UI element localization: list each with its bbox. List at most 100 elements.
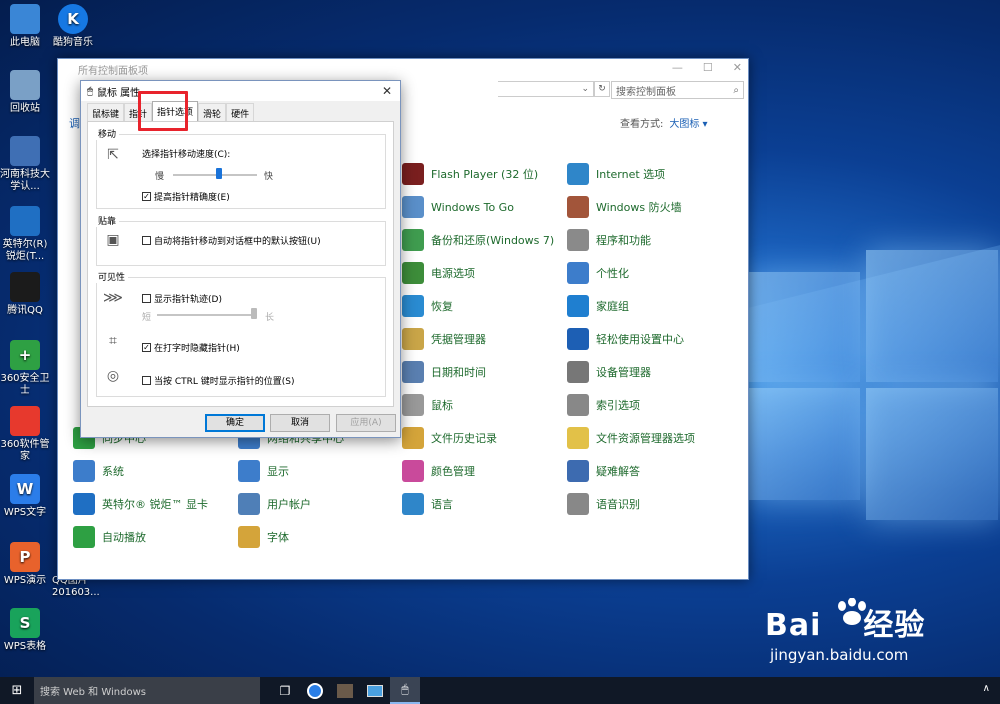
chevron-down-icon[interactable]: ⌄ bbox=[581, 84, 589, 94]
cp-item[interactable]: 恢复 bbox=[402, 295, 453, 317]
ok-button[interactable]: 确定 bbox=[205, 414, 265, 432]
desktop-icon-label: 回收站 bbox=[10, 103, 40, 114]
cp-item-label: Internet 选项 bbox=[596, 168, 666, 181]
snap-option[interactable]: 自动将指针移动到对话框中的默认按钮(U) bbox=[142, 234, 321, 247]
address-bar[interactable]: ⌄ bbox=[498, 81, 594, 97]
desktop-icon[interactable]: W WPS文字 bbox=[0, 474, 50, 519]
show-ctrl-checkbox[interactable] bbox=[142, 376, 151, 385]
start-button[interactable]: ⊞ bbox=[0, 677, 34, 704]
desktop-icon-label: 此电脑 bbox=[10, 37, 40, 48]
dialog-close-button[interactable]: ✕ bbox=[382, 84, 392, 98]
cp-window-controls: — ☐ ✕ bbox=[672, 61, 742, 74]
tab-wheel[interactable]: 滑轮 bbox=[198, 103, 227, 121]
cp-item-label: 备份和还原(Windows 7) bbox=[431, 234, 555, 247]
hide-typing-option[interactable]: ✓ 在打字时隐藏指针(H) bbox=[142, 341, 240, 354]
minimize-button[interactable]: — bbox=[672, 61, 683, 74]
cp-item[interactable]: 显示 bbox=[238, 460, 289, 482]
view-value-dropdown[interactable]: 大图标 ▾ bbox=[669, 119, 707, 130]
baidu-url: jingyan.baidu.com bbox=[770, 646, 909, 664]
cp-item[interactable]: 轻松使用设置中心 bbox=[567, 328, 684, 350]
taskbar-search[interactable]: 搜索 Web 和 Windows bbox=[34, 677, 260, 704]
cp-item[interactable]: 颜色管理 bbox=[402, 460, 475, 482]
cp-item[interactable]: 文件资源管理器选项 bbox=[567, 427, 695, 449]
cp-item[interactable]: 个性化 bbox=[567, 262, 629, 284]
cp-item[interactable]: Flash Player (32 位) bbox=[402, 163, 538, 185]
task-view-icon[interactable]: ❐ bbox=[270, 677, 300, 704]
desktop-icon[interactable]: 360软件管家 bbox=[0, 406, 50, 463]
apply-button[interactable]: 应用(A) bbox=[336, 414, 396, 432]
trail-slider-track[interactable] bbox=[157, 314, 257, 316]
mouse-settings-icon[interactable]: 🖱 bbox=[390, 677, 420, 704]
cancel-button[interactable]: 取消 bbox=[270, 414, 330, 432]
cp-titlebar[interactable]: 所有控制面板项 bbox=[58, 59, 748, 79]
snap-to-icon: ▣ bbox=[106, 232, 120, 248]
desktop-icon[interactable]: 回收站 bbox=[0, 70, 50, 115]
desktop-icon-label: 360软件管家 bbox=[0, 439, 50, 462]
desktop-icon-label: 酷狗音乐 bbox=[53, 37, 93, 48]
dialog-title: 鼠标 属性 bbox=[97, 87, 141, 99]
cp-item[interactable]: 家庭组 bbox=[567, 295, 629, 317]
close-button[interactable]: ✕ bbox=[733, 61, 742, 74]
recycle-bin-icon bbox=[10, 70, 40, 100]
speed-slider-track[interactable] bbox=[173, 174, 257, 176]
desktop-icon[interactable]: K 酷狗音乐 bbox=[48, 4, 98, 49]
cp-item[interactable]: Windows To Go bbox=[402, 196, 514, 218]
snap-checkbox[interactable] bbox=[142, 236, 151, 245]
cp-item[interactable]: 系统 bbox=[73, 460, 124, 482]
explorer-icon[interactable] bbox=[330, 677, 360, 704]
cp-item[interactable]: 程序和功能 bbox=[567, 229, 651, 251]
tab-buttons[interactable]: 鼠标键 bbox=[87, 103, 125, 121]
taskbar-search-placeholder: 搜索 Web 和 Windows bbox=[40, 687, 146, 698]
cp-item[interactable]: 自动播放 bbox=[73, 526, 146, 548]
cp-item-label: 家庭组 bbox=[596, 300, 629, 313]
explorer-options-icon bbox=[567, 427, 589, 449]
precision-checkbox[interactable]: ✓ bbox=[142, 192, 151, 201]
speed-slider-thumb[interactable] bbox=[216, 168, 223, 179]
hide-typing-checkbox[interactable]: ✓ bbox=[142, 343, 151, 352]
desktop-icon[interactable]: P WPS演示 bbox=[0, 542, 50, 587]
refresh-button[interactable]: ↻ bbox=[594, 81, 610, 97]
cp-item[interactable]: 备份和还原(Windows 7) bbox=[402, 229, 554, 251]
cp-item[interactable]: Internet 选项 bbox=[567, 163, 665, 185]
cp-item[interactable]: 语言 bbox=[402, 493, 453, 515]
sogou-icon[interactable] bbox=[300, 677, 330, 704]
photo-icon[interactable] bbox=[360, 677, 390, 704]
desktop-icon[interactable]: 英特尔(R) 锐炬(T... bbox=[0, 206, 50, 263]
desktop-icon[interactable]: +360安全卫士 bbox=[0, 340, 50, 397]
search-icon: ⌕ bbox=[733, 84, 739, 96]
cp-item[interactable]: 索引选项 bbox=[567, 394, 640, 416]
cp-item[interactable]: 字体 bbox=[238, 526, 289, 548]
trails-checkbox[interactable] bbox=[142, 294, 151, 303]
cp-item[interactable]: 文件历史记录 bbox=[402, 427, 497, 449]
snap-label: 自动将指针移动到对话框中的默认按钮(U) bbox=[154, 237, 321, 247]
taskbar: ⊞ 搜索 Web 和 Windows ❐ 🖱 ∧ bbox=[0, 677, 1000, 704]
desktop-icon[interactable]: S WPS表格 bbox=[0, 608, 50, 653]
cp-item[interactable]: 电源选项 bbox=[402, 262, 475, 284]
desktop-icon[interactable]: 腾讯QQ bbox=[0, 272, 50, 317]
baidu-brand-cn: 经验 bbox=[863, 608, 926, 643]
trails-option[interactable]: 显示指针轨迹(D) bbox=[142, 292, 222, 305]
desktop-icon[interactable]: 此电脑 bbox=[0, 4, 50, 49]
trail-slider-thumb[interactable] bbox=[251, 308, 257, 319]
maximize-button[interactable]: ☐ bbox=[703, 61, 713, 74]
cp-item[interactable]: 设备管理器 bbox=[567, 361, 651, 383]
cp-item[interactable]: Windows 防火墙 bbox=[567, 196, 682, 218]
tab-hardware[interactable]: 硬件 bbox=[226, 103, 255, 121]
cp-item[interactable]: 语音识别 bbox=[567, 493, 640, 515]
show-ctrl-option[interactable]: 当按 CTRL 键时显示指针的位置(S) bbox=[142, 374, 295, 387]
desktop-icon[interactable]: 河南科技大学认... bbox=[0, 136, 50, 193]
wps-sheet-icon: S bbox=[10, 608, 40, 638]
cp-item[interactable]: 凭据管理器 bbox=[402, 328, 486, 350]
dialog-titlebar[interactable]: 🖱 鼠标 属性 bbox=[81, 81, 400, 101]
search-input[interactable]: 搜索控制面板 ⌕ bbox=[611, 81, 744, 99]
desktop-icon-label: 英特尔(R) 锐炬(T... bbox=[2, 239, 48, 262]
cp-heading: 调 bbox=[69, 117, 80, 130]
cp-item[interactable]: 鼠标 bbox=[402, 394, 453, 416]
cp-item[interactable]: 英特尔® 锐炬™ 显卡 bbox=[73, 493, 208, 515]
cp-item[interactable]: 日期和时间 bbox=[402, 361, 486, 383]
cp-item[interactable]: 疑难解答 bbox=[567, 460, 640, 482]
cp-item[interactable]: 用户帐户 bbox=[238, 493, 311, 515]
desktop-icon-label: 360安全卫士 bbox=[0, 373, 50, 396]
precision-option[interactable]: ✓ 提高指针精确度(E) bbox=[142, 190, 230, 203]
tray-chevron-icon[interactable]: ∧ bbox=[983, 683, 990, 694]
